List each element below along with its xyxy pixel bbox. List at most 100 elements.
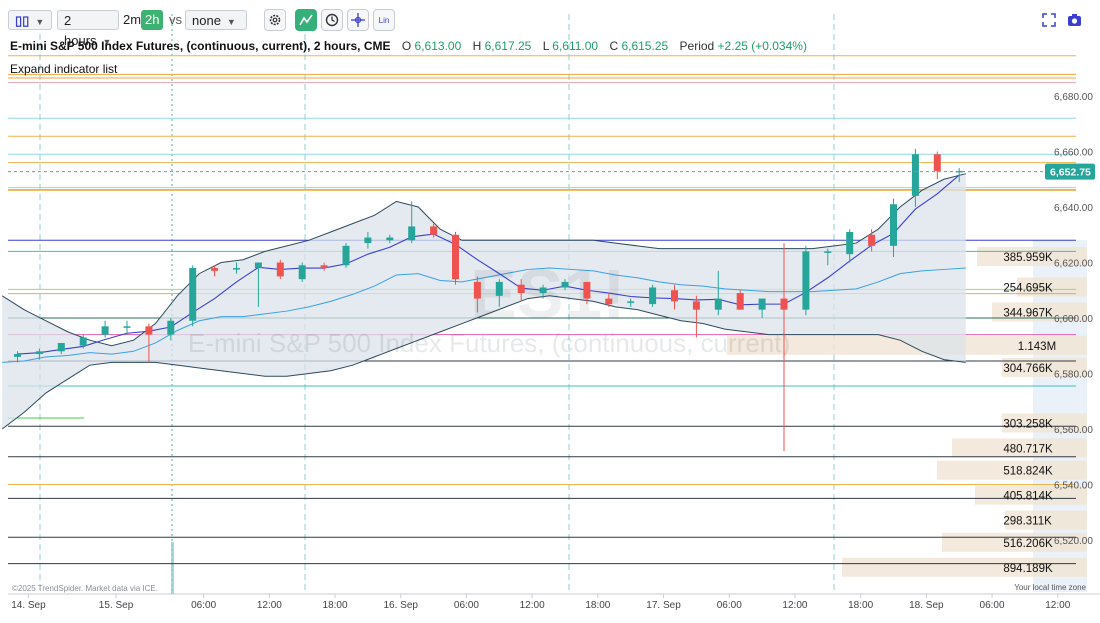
candle-body — [933, 154, 941, 171]
x-tick-label: 06:00 — [191, 600, 216, 611]
candle-body — [452, 234, 459, 280]
y-tick-label: 6,580.00 — [1054, 370, 1093, 381]
candle-body — [561, 281, 569, 288]
candle-body — [627, 301, 635, 303]
candle-body — [758, 298, 766, 310]
camera-icon — [1068, 14, 1081, 26]
watermark-text: E-mini S&P 500 Index Futures, (continuou… — [188, 328, 790, 358]
candle-body — [342, 245, 350, 266]
fullscreen-icon — [1042, 13, 1056, 27]
candle-body — [802, 251, 810, 310]
low-label: L — [542, 39, 549, 53]
volume-profile-label: 303.258K — [1003, 418, 1053, 430]
period-value: +2.25 (+0.034%) — [717, 39, 807, 53]
candle-body — [14, 354, 21, 357]
candle-body — [473, 281, 481, 299]
candle-body — [495, 281, 503, 296]
x-tick-label: 18:00 — [323, 600, 348, 611]
candle-body — [35, 351, 43, 355]
x-tick-label: 15. Sep — [99, 600, 134, 611]
chart-type-select[interactable]: ▯▯ ▼ — [8, 10, 52, 30]
candle-body — [890, 204, 897, 246]
price-chart[interactable]: ES1!E-mini S&P 500 Index Futures, (conti… — [0, 0, 1100, 623]
toolbar: ▯▯ ▼ 2 hours ▼ 2m 2h vs none ▼ Lin — [0, 0, 1100, 48]
candle-body — [364, 237, 372, 244]
volume-profile-label: 894.189K — [1003, 563, 1053, 575]
candle-body — [57, 342, 65, 352]
x-tick-label: 12:00 — [257, 600, 282, 611]
candle-body — [649, 287, 657, 305]
candle-body — [386, 237, 394, 241]
candle-body — [583, 281, 591, 299]
open-label: O — [401, 39, 412, 53]
candle-body — [189, 268, 197, 321]
compare-select-value: none — [192, 13, 221, 28]
lin-icon: Lin — [378, 15, 390, 25]
indicator-icon — [299, 14, 313, 26]
x-tick-label: 18:00 — [585, 600, 610, 611]
volume-profile-label: 254.695K — [1003, 282, 1053, 294]
lin-scale-button[interactable]: Lin — [373, 9, 395, 31]
x-tick-label: 17. Sep — [646, 600, 681, 611]
candle-body — [868, 234, 876, 246]
session-marker — [171, 542, 174, 594]
candle-body — [298, 265, 306, 280]
screenshot-button[interactable] — [1067, 13, 1082, 32]
high-value: 6,617.25 — [484, 39, 532, 53]
candle-body — [101, 326, 109, 335]
vs-label: vs — [169, 12, 182, 27]
y-tick-label: 6,640.00 — [1054, 203, 1093, 214]
candle-body — [430, 226, 438, 235]
x-tick-label: 18. Sep — [909, 600, 944, 611]
gear-icon — [269, 14, 281, 26]
candle-body — [692, 301, 700, 310]
candle-body — [123, 326, 131, 328]
candle-body — [671, 290, 678, 302]
volume-profile-label: 518.824K — [1003, 466, 1053, 478]
x-tick-label: 12:00 — [520, 600, 545, 611]
settings-button[interactable] — [264, 9, 286, 31]
volume-profile-label: 480.717K — [1003, 443, 1053, 455]
y-tick-label: 6,600.00 — [1054, 314, 1093, 325]
candle-body — [211, 268, 219, 271]
candle-body — [714, 298, 722, 310]
x-tick-label: 06:00 — [454, 600, 479, 611]
x-tick-label: 06:00 — [980, 600, 1005, 611]
close-value: 6,615.25 — [621, 39, 669, 53]
period-label: Period — [679, 39, 715, 53]
interval-select[interactable]: 2 hours ▼ — [57, 10, 119, 48]
y-tick-label: 6,620.00 — [1054, 259, 1093, 270]
quick-interval-2m[interactable]: 2m — [123, 10, 141, 30]
crosshair-button[interactable] — [347, 9, 369, 31]
y-tick-label: 6,540.00 — [1054, 481, 1093, 492]
candle-body — [79, 337, 87, 346]
x-tick-label: 12:00 — [782, 600, 807, 611]
x-tick-label: 06:00 — [717, 600, 742, 611]
y-tick-label: 6,660.00 — [1054, 148, 1093, 159]
chevron-down-icon: ▼ — [35, 17, 45, 27]
quick-interval-2h[interactable]: 2h — [141, 10, 164, 30]
fullscreen-button[interactable] — [1042, 13, 1056, 32]
timezone-label[interactable]: Your local time zone — [1014, 583, 1086, 592]
market-data-credit: ©2025 TrendSpider. Market data via ICE. — [12, 584, 158, 593]
volume-profile-label: 385.959K — [1003, 252, 1053, 264]
indicator-button[interactable] — [295, 9, 317, 31]
candle-body — [145, 326, 153, 335]
time-button[interactable] — [321, 9, 343, 31]
expand-indicator-list[interactable]: Expand indicator list — [10, 62, 117, 76]
candle-body — [233, 268, 240, 270]
candle-body — [911, 154, 919, 196]
open-value: 6,613.00 — [414, 39, 462, 53]
y-tick-label: 6,680.00 — [1054, 92, 1093, 103]
volume-profile-label: 344.967K — [1003, 307, 1053, 319]
volume-profile-label: 516.206K — [1003, 538, 1053, 550]
candle-body — [167, 320, 175, 335]
y-tick-label: 6,520.00 — [1054, 536, 1093, 547]
candle-body — [276, 262, 284, 277]
volume-profile-label: 405.814K — [1003, 491, 1053, 503]
candle-body — [605, 298, 613, 305]
x-tick-label: 16. Sep — [384, 600, 419, 611]
candle-body — [736, 293, 744, 310]
compare-select[interactable]: none ▼ — [185, 10, 247, 30]
candle-body — [320, 265, 328, 269]
